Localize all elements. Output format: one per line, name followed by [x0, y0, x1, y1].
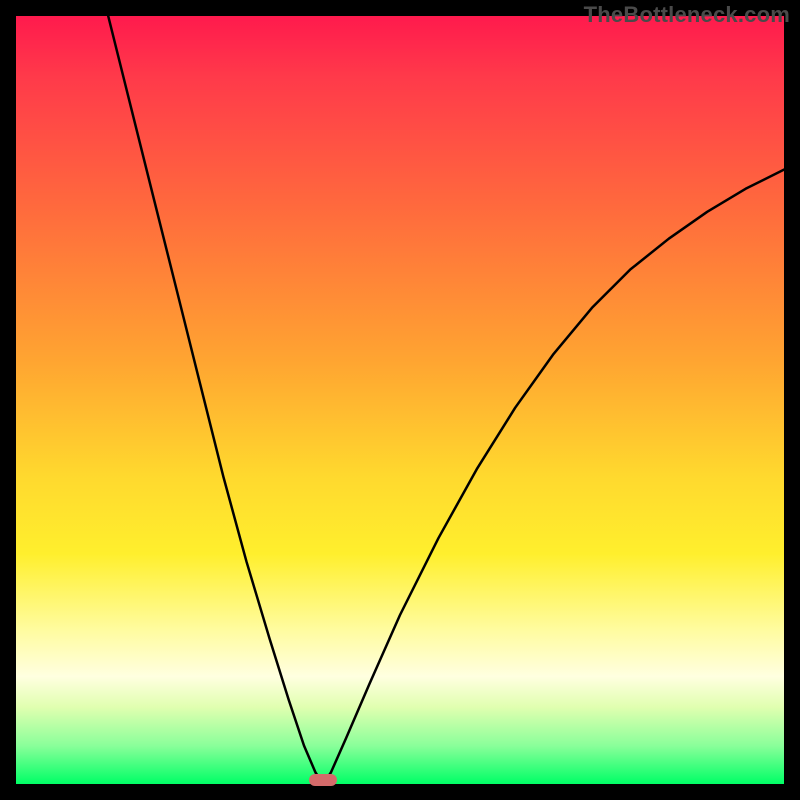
chart-frame — [16, 16, 784, 784]
plot-area — [16, 16, 784, 784]
watermark-text: TheBottleneck.com — [584, 2, 790, 28]
curve-path — [108, 16, 784, 784]
minimum-marker — [309, 774, 337, 786]
curve-svg — [16, 16, 784, 784]
